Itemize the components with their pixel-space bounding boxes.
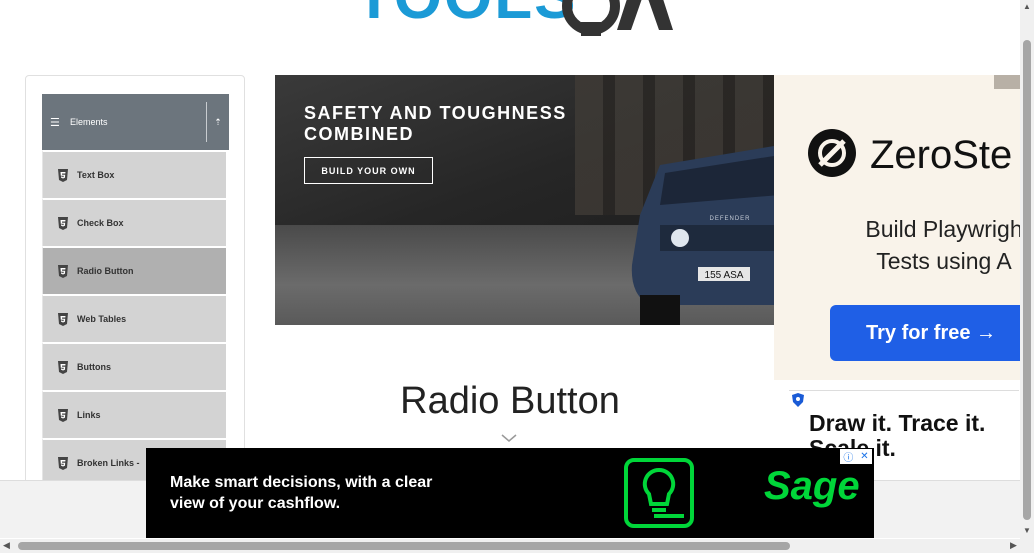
sidebar-item-text-box[interactable]: Text Box bbox=[42, 150, 226, 198]
html5-icon bbox=[58, 408, 68, 422]
zerostep-copy: Build Playwrigh Tests using A bbox=[814, 213, 1020, 277]
vehicle-image: 155 ASA DEFENDER bbox=[631, 146, 774, 325]
shield-icon bbox=[792, 393, 804, 407]
sidebar: ☰ Elements ⇡ Text Box Check Box Radio Bu… bbox=[25, 75, 245, 495]
sidebar-item-web-tables[interactable]: Web Tables bbox=[42, 294, 226, 342]
sidebar-item-label: Web Tables bbox=[77, 314, 127, 324]
lightbulb-icon bbox=[624, 458, 694, 528]
sage-ad-copy: Make smart decisions, with a clear view … bbox=[170, 472, 432, 514]
sidebar-item-buttons[interactable]: Buttons bbox=[42, 342, 226, 390]
zerostep-ad[interactable]: ZeroSte Build Playwrigh Tests using A Tr… bbox=[774, 75, 1020, 380]
sidebar-item-check-box[interactable]: Check Box bbox=[42, 198, 226, 246]
sidebar-item-label: Broken Links - bbox=[77, 458, 140, 468]
sidebar-item-links[interactable]: Links bbox=[42, 390, 226, 438]
vehicle-badge: DEFENDER bbox=[709, 216, 750, 222]
license-plate: 155 ASA bbox=[705, 270, 744, 281]
headline-line-2: COMBINED bbox=[304, 124, 414, 144]
copy-line-2: Tests using A bbox=[876, 248, 1012, 274]
ad-corner bbox=[994, 75, 1020, 89]
sidebar-item-label: Links bbox=[77, 410, 101, 420]
html5-icon bbox=[58, 264, 68, 278]
html5-icon bbox=[58, 360, 68, 374]
headline-line-1: SAFETY AND TOUGHNESS bbox=[304, 103, 567, 123]
sage-copy-line-1: Make smart decisions, with a clear bbox=[170, 474, 433, 491]
sage-logo: Sage bbox=[764, 464, 860, 508]
zerostep-logo-icon bbox=[808, 129, 856, 177]
scroll-left-icon[interactable]: ◀ bbox=[3, 540, 10, 551]
scroll-right-icon[interactable]: ▶ bbox=[1010, 540, 1017, 551]
draw-line-1: Draw it. Trace it. bbox=[809, 410, 986, 436]
html5-icon bbox=[58, 456, 68, 470]
zerostep-brand: ZeroSte bbox=[870, 133, 1013, 177]
toolsqa-logo[interactable]: TOOLS bbox=[355, 0, 685, 42]
adchoices-badge[interactable]: ⓘ ✕ bbox=[840, 449, 872, 464]
html5-icon bbox=[58, 168, 68, 182]
sidebar-item-label: Text Box bbox=[77, 170, 115, 180]
elements-group-header[interactable]: ☰ Elements ⇡ bbox=[42, 94, 229, 150]
vertical-scroll-thumb[interactable] bbox=[1023, 40, 1031, 520]
horizontal-scrollbar[interactable]: ◀ ▶ bbox=[0, 539, 1034, 553]
sidebar-item-radio-button[interactable]: Radio Button bbox=[42, 246, 226, 294]
banner-headline: SAFETY AND TOUGHNESS COMBINED bbox=[304, 103, 624, 145]
collapse-icon[interactable]: ⇡ bbox=[207, 117, 229, 128]
page-title: Radio Button bbox=[400, 380, 620, 422]
menu-list: Text Box Check Box Radio Button Web Tabl… bbox=[42, 150, 226, 486]
html5-icon bbox=[58, 312, 68, 326]
info-icon[interactable]: ⓘ bbox=[843, 449, 853, 464]
sage-copy-line-2: view of your cashflow. bbox=[170, 495, 341, 512]
hamburger-icon: ☰ bbox=[50, 116, 60, 129]
copy-line-1: Build Playwrigh bbox=[865, 216, 1020, 242]
close-icon[interactable]: ✕ bbox=[860, 451, 868, 462]
sidebar-item-label: Check Box bbox=[77, 218, 124, 228]
page: TOOLS ☰ Elements ⇡ Text Box Check Box Ra… bbox=[0, 0, 1034, 553]
group-label: Elements bbox=[70, 117, 108, 127]
chevron-down-icon bbox=[501, 434, 517, 442]
sidebar-item-label: Buttons bbox=[77, 362, 111, 372]
vertical-scrollbar[interactable]: ▲ ▼ bbox=[1020, 0, 1034, 540]
try-for-free-button[interactable]: Try for free → bbox=[830, 305, 1020, 361]
scroll-up-icon[interactable]: ▲ bbox=[1023, 2, 1031, 11]
horizontal-scroll-thumb[interactable] bbox=[18, 542, 790, 550]
build-your-own-button[interactable]: BUILD YOUR OWN bbox=[304, 157, 433, 184]
sage-ad[interactable]: Make smart decisions, with a clear view … bbox=[146, 448, 874, 538]
banner-ad[interactable]: 155 ASA DEFENDER SAFETY AND TOUGHNESS CO… bbox=[275, 75, 774, 325]
scroll-down-icon[interactable]: ▼ bbox=[1023, 526, 1031, 535]
html5-icon bbox=[58, 216, 68, 230]
svg-text:TOOLS: TOOLS bbox=[355, 0, 577, 32]
sidebar-item-label: Radio Button bbox=[77, 266, 134, 276]
